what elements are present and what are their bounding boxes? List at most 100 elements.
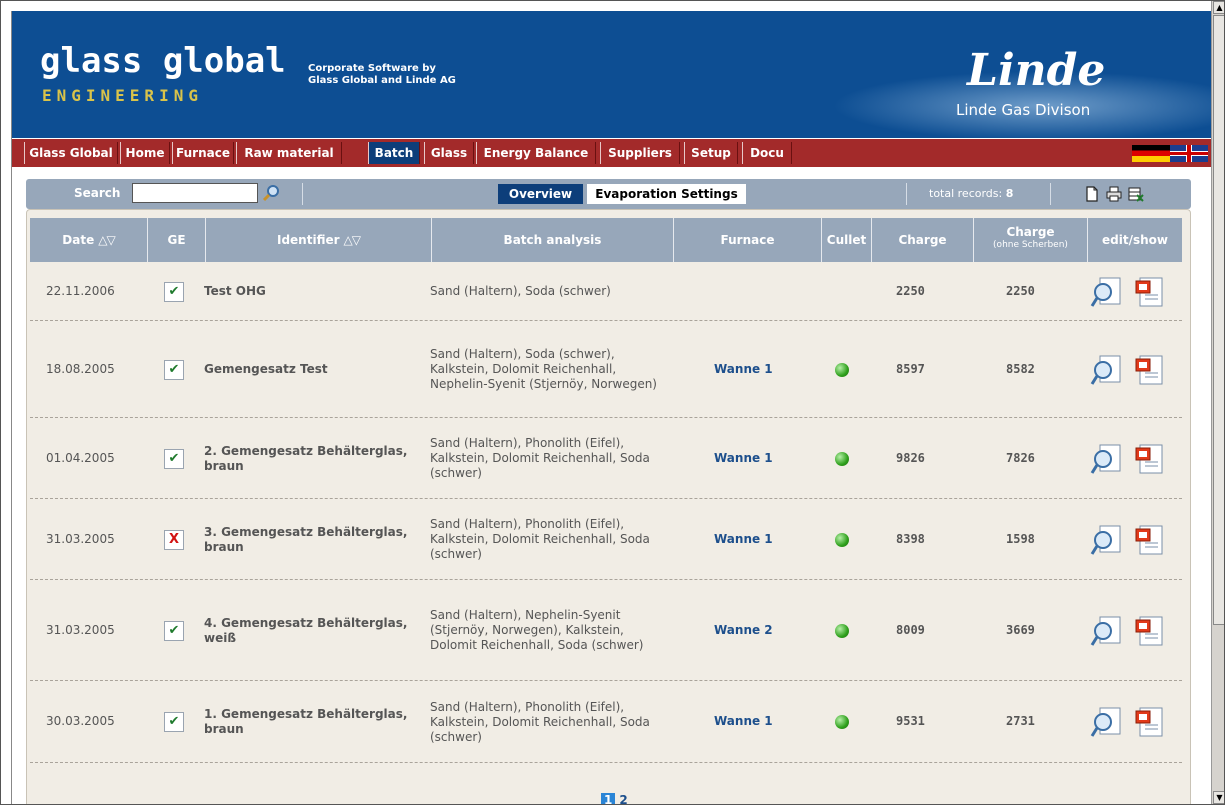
header-identifier[interactable]: Identifier △▽: [206, 218, 432, 262]
nav-item-furnace[interactable]: Furnace: [172, 142, 234, 164]
engineering-logo: ENGINEERING: [42, 86, 203, 105]
search-icon[interactable]: [262, 184, 280, 202]
batch-table-panel: Date △▽ GE Identifier △▽ Batch analysis Fu…: [26, 209, 1191, 804]
uk-flag-icon[interactable]: [1170, 145, 1208, 162]
print-icon[interactable]: [1106, 186, 1122, 202]
row-identifier: 3. Gemengesatz Behälterglas, braun: [204, 524, 408, 554]
row-charge: 8597: [896, 361, 925, 376]
header-batch-analysis: Batch analysis: [432, 218, 674, 262]
nav-item-glass[interactable]: Glass: [424, 142, 474, 164]
nav-item-suppliers[interactable]: Suppliers: [600, 142, 680, 164]
nav-item-docu[interactable]: Docu: [742, 142, 792, 164]
row-furnace-link[interactable]: Wanne 2: [714, 623, 794, 637]
vertical-scrollbar[interactable]: ▲ ▼: [1211, 1, 1224, 804]
total-records-count: 8: [1005, 187, 1014, 200]
pagination: 12: [601, 793, 628, 804]
row-date: 30.03.2005: [46, 714, 115, 728]
tab-evaporation-settings[interactable]: Evaporation Settings: [587, 184, 746, 204]
german-flag-icon[interactable]: [1132, 145, 1170, 162]
row-charge-ohne-scherben: 7826: [1006, 450, 1035, 465]
view-magnifier-icon[interactable]: [1090, 275, 1124, 309]
search-label: Search: [74, 186, 121, 200]
row-batch-analysis: Sand (Haltern), Nephelin-Syenit (Stjernö…: [430, 608, 644, 652]
linde-logo: Linde: [967, 45, 1106, 96]
glass-global-logo: glass global: [40, 41, 286, 81]
toolbar-divider: [906, 183, 907, 205]
row-charge-ohne-scherben: 8582: [1006, 361, 1035, 376]
row-charge: 9531: [896, 714, 925, 728]
view-magnifier-icon[interactable]: [1090, 523, 1124, 557]
table-row: 22.11.2006 ✔ Test OHG Sand (Haltern), Soda …: [30, 262, 1182, 321]
ge-checkbox-icon[interactable]: ✔: [164, 448, 184, 469]
division-label: Linde Gas Divison: [956, 101, 1091, 119]
cullet-status-icon: [835, 623, 849, 638]
nav-item-glass-global[interactable]: Glass Global: [24, 142, 118, 164]
ge-checkbox-icon[interactable]: ✔: [164, 359, 184, 380]
nav-item-energy-balance[interactable]: Energy Balance: [476, 142, 596, 164]
ge-checkbox-icon[interactable]: ✔: [164, 620, 184, 641]
sort-arrows-icon[interactable]: △▽: [344, 233, 361, 247]
ge-checkbox-icon[interactable]: ✔: [164, 281, 184, 302]
report-document-icon[interactable]: [1132, 275, 1166, 309]
scroll-thumb[interactable]: [1213, 15, 1224, 625]
corporate-line-2: Glass Global and Linde AG: [308, 75, 456, 86]
row-date: 31.03.2005: [46, 531, 115, 546]
cullet-status-icon: [835, 362, 849, 377]
cullet-status-icon: [835, 532, 849, 547]
app-content: glass global ENGINEERING Corporate Softw…: [11, 11, 1212, 804]
row-date: 22.11.2006: [46, 283, 115, 298]
row-furnace-link[interactable]: Wanne 1: [714, 714, 794, 728]
row-furnace-link[interactable]: Wanne 1: [714, 451, 794, 465]
search-input[interactable]: [132, 183, 258, 203]
nav-item-batch[interactable]: Batch: [368, 142, 420, 164]
row-charge-ohne-scherben: 2250: [1006, 283, 1035, 298]
ge-checkbox-icon[interactable]: ✔: [164, 712, 184, 732]
scroll-down-button[interactable]: ▼: [1213, 791, 1224, 804]
row-identifier: 1. Gemengesatz Behälterglas, braun: [204, 707, 408, 736]
export-excel-icon[interactable]: [1128, 186, 1144, 202]
page-link[interactable]: 2: [619, 793, 627, 804]
sort-arrows-icon[interactable]: △▽: [98, 233, 115, 247]
view-magnifier-icon[interactable]: [1090, 442, 1124, 476]
report-document-icon[interactable]: [1132, 614, 1166, 648]
row-charge-ohne-scherben: 3669: [1006, 622, 1035, 637]
row-identifier: Gemengesatz Test: [204, 361, 328, 376]
report-document-icon[interactable]: [1132, 353, 1166, 387]
row-charge-ohne-scherben: 2731: [1006, 714, 1035, 728]
nav-item-raw-material[interactable]: Raw material: [236, 142, 342, 164]
toolbar-divider: [302, 183, 303, 205]
main-nav: Glass Global Home Furnace Raw material B…: [12, 139, 1212, 167]
row-charge: 2250: [896, 283, 925, 298]
report-document-icon[interactable]: [1132, 442, 1166, 476]
row-charge: 8398: [896, 531, 925, 546]
total-records-label: total records:: [929, 187, 1003, 200]
nav-item-home[interactable]: Home: [120, 142, 170, 164]
toolbar-divider: [1050, 183, 1051, 205]
toolbar: Search Overview Evaporation Settings tot…: [26, 179, 1191, 209]
row-batch-analysis: Sand (Haltern), Phonolith (Eifel), Kalks…: [430, 517, 650, 561]
page-current[interactable]: 1: [601, 793, 616, 804]
nav-item-setup[interactable]: Setup: [684, 142, 738, 164]
header-ge: GE: [148, 218, 206, 262]
cullet-status-icon: [835, 451, 849, 466]
report-document-icon[interactable]: [1132, 705, 1166, 739]
row-identifier: Test OHG: [204, 283, 266, 298]
view-magnifier-icon[interactable]: [1090, 614, 1124, 648]
report-document-icon[interactable]: [1132, 523, 1166, 557]
view-magnifier-icon[interactable]: [1090, 353, 1124, 387]
header-date[interactable]: Date △▽: [30, 218, 148, 262]
ge-checkbox-icon[interactable]: X: [164, 529, 184, 550]
row-furnace-link[interactable]: Wanne 1: [714, 532, 794, 546]
row-batch-analysis: Sand (Haltern), Phonolith (Eifel), Kalks…: [430, 436, 650, 480]
header-charge2-sub: (ohne Scherben): [993, 240, 1068, 250]
new-document-icon[interactable]: [1084, 186, 1100, 202]
row-furnace-link[interactable]: Wanne 1: [714, 362, 794, 376]
table-row: 31.03.2005 X 3. Gemengesatz Behälterglas, …: [30, 499, 1182, 580]
header-identifier-label: Identifier: [276, 233, 340, 247]
scroll-up-button[interactable]: ▲: [1213, 1, 1224, 14]
row-batch-analysis: Sand (Haltern), Soda (schwer), Kalkstein…: [430, 347, 657, 391]
row-charge: 8009: [896, 622, 925, 637]
tab-overview[interactable]: Overview: [498, 184, 583, 204]
view-magnifier-icon[interactable]: [1090, 705, 1124, 739]
row-batch-analysis: Sand (Haltern), Phonolith (Eifel), Kalks…: [430, 699, 650, 744]
